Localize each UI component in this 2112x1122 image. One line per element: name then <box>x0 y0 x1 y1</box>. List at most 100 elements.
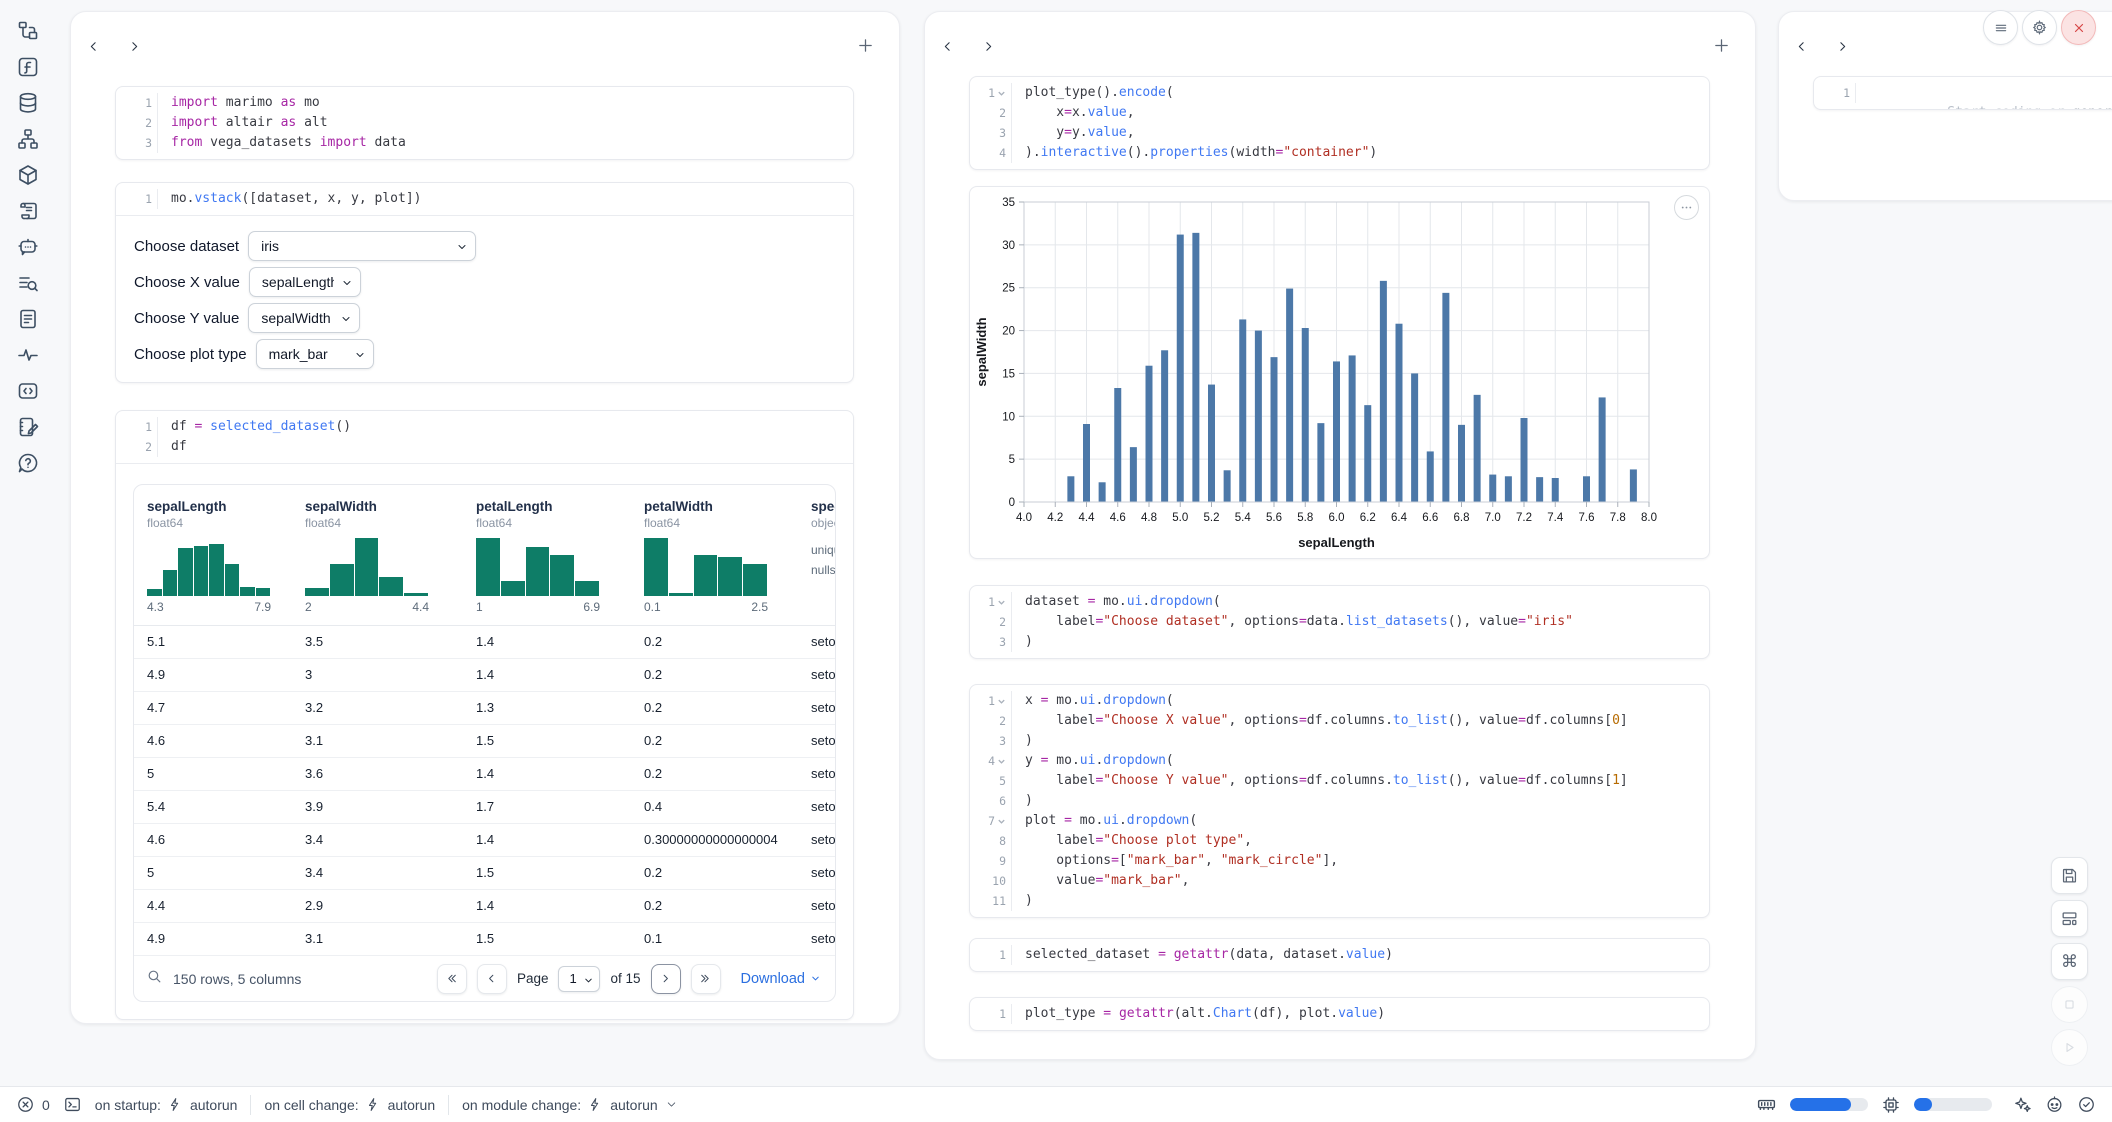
ai-chat-icon[interactable] <box>15 234 41 260</box>
table-row[interactable]: 4.73.21.30.2setosa <box>134 692 835 725</box>
code-editor[interactable]: 1dataset = mo.ui.dropdown(2 label="Choos… <box>970 586 1709 658</box>
on-cell-change-setting[interactable]: on cell change: autorun <box>264 1097 435 1113</box>
code-editor[interactable]: 1plot_type().encode(2 x=x.value,3 y=y.va… <box>970 77 1709 169</box>
table-row[interactable]: 4.931.40.2setosa <box>134 659 835 692</box>
code-line: 4).interactive().properties(width="conta… <box>970 143 1709 163</box>
on-startup-setting[interactable]: on startup: autorun <box>95 1097 238 1113</box>
on-module-change-setting[interactable]: on module change: autorun <box>462 1097 678 1113</box>
fold-chevron-icon[interactable] <box>997 697 1006 706</box>
error-count: 0 <box>42 1097 50 1113</box>
column-header-species[interactable]: speciesobjectunique:nulls: <box>811 485 835 580</box>
keyboard-shortcuts-icon[interactable]: ⌘ <box>2051 943 2088 980</box>
column-header-sepalLength[interactable]: sepalLengthfloat644.37.9 <box>147 485 297 614</box>
table-body: 5.13.51.40.2setosa4.931.40.2setosa4.73.2… <box>134 626 835 956</box>
altair-bar-chart[interactable]: 4.04.24.44.64.85.05.25.45.65.86.06.26.46… <box>970 187 1709 565</box>
terminal-icon[interactable] <box>63 1095 82 1114</box>
fold-chevron-icon[interactable] <box>997 817 1006 826</box>
prev-page-icon[interactable] <box>477 964 507 994</box>
table-cell: 0.2 <box>644 733 662 748</box>
settings-gear-icon[interactable] <box>2022 10 2057 45</box>
scratchpad-icon[interactable] <box>15 378 41 404</box>
next-page-icon[interactable] <box>651 964 681 994</box>
page-select[interactable]: 1 <box>558 966 600 992</box>
table-row[interactable]: 5.43.91.70.4setosa <box>134 791 835 824</box>
logs-icon[interactable] <box>15 198 41 224</box>
code-editor[interactable]: 1mo.vstack([dataset, x, y, plot]) <box>116 183 853 215</box>
svg-text:7.8: 7.8 <box>1610 512 1626 524</box>
table-cell: 4.6 <box>147 832 165 847</box>
snippets-icon[interactable] <box>15 306 41 332</box>
fold-chevron-icon[interactable] <box>997 757 1006 766</box>
functions-icon[interactable] <box>15 54 41 80</box>
line-number: 3 <box>970 123 1012 143</box>
code-cell-dataset-dropdown: 1dataset = mo.ui.dropdown(2 label="Choos… <box>969 585 1710 659</box>
column-prev-icon[interactable] <box>1789 34 1813 58</box>
fold-chevron-icon[interactable] <box>997 89 1006 98</box>
stop-icon[interactable] <box>2051 986 2088 1023</box>
column-header-petalWidth[interactable]: petalWidthfloat640.12.5 <box>644 485 794 614</box>
code-cell-selected-dataset: 1selected_dataset = getattr(data, datase… <box>969 938 1710 972</box>
column-next-icon[interactable] <box>1830 34 1854 58</box>
status-bar: 0 on startup: autorun on cell change: au… <box>0 1086 2112 1122</box>
table-row[interactable]: 4.63.41.40.30000000000000004setosa <box>134 824 835 857</box>
column-next-icon[interactable] <box>122 34 146 58</box>
datasources-icon[interactable] <box>15 90 41 116</box>
connection-status-icon[interactable] <box>2077 1095 2096 1114</box>
first-page-icon[interactable] <box>437 964 467 994</box>
add-cell-icon[interactable] <box>853 33 877 57</box>
errors-indicator[interactable]: 0 <box>16 1095 50 1114</box>
choose-x-value-select[interactable]: sepalLength <box>249 267 361 297</box>
run-icon[interactable] <box>2051 1029 2088 1066</box>
table-row[interactable]: 5.13.51.40.2setosa <box>134 626 835 659</box>
close-icon[interactable] <box>2061 10 2096 45</box>
documentation-icon[interactable] <box>15 414 41 440</box>
choose-dataset-select[interactable]: iris <box>248 231 476 261</box>
column-next-icon[interactable] <box>976 34 1000 58</box>
ai-sparkles-icon[interactable] <box>2013 1095 2032 1114</box>
svg-text:0: 0 <box>1009 497 1015 509</box>
column-header-sepalWidth[interactable]: sepalWidthfloat6424.4 <box>305 485 455 614</box>
packages-icon[interactable] <box>15 162 41 188</box>
tracing-icon[interactable] <box>15 342 41 368</box>
chart-actions-icon[interactable] <box>1674 195 1699 220</box>
download-button[interactable]: Download <box>741 971 822 987</box>
column-1-header <box>71 12 899 76</box>
table-cell: 3.2 <box>305 700 323 715</box>
column-prev-icon[interactable] <box>935 34 959 58</box>
outline-icon[interactable] <box>15 270 41 296</box>
code-cell-plot-type: 1plot_type = getattr(alt.Chart(df), plot… <box>969 997 1710 1031</box>
file-tree-icon[interactable] <box>15 18 41 44</box>
code-editor[interactable]: 1import marimo as mo2import altair as al… <box>116 87 853 159</box>
save-icon[interactable] <box>2051 857 2088 894</box>
code-editor[interactable]: 1selected_dataset = getattr(data, datase… <box>970 939 1709 971</box>
page-count-label: of 15 <box>610 971 640 986</box>
search-icon[interactable] <box>146 968 163 990</box>
svg-text:10: 10 <box>1002 411 1015 423</box>
generate-with-ai-link[interactable]: generate <box>2073 105 2112 110</box>
code-editor[interactable]: 1df = selected_dataset()2df <box>116 411 853 463</box>
table-cell: 0.30000000000000004 <box>644 832 778 847</box>
code-editor[interactable]: 1plot_type = getattr(alt.Chart(df), plot… <box>970 998 1709 1030</box>
menu-icon[interactable] <box>1983 10 2018 45</box>
ai-assistant-icon[interactable] <box>2045 1095 2064 1114</box>
table-row[interactable]: 4.93.11.50.1setosa <box>134 923 835 956</box>
ui-dropdown-row: Choose X valuesepalLength <box>116 264 853 300</box>
cpu-icon <box>1881 1095 1901 1115</box>
choose-plot-type-select[interactable]: mark_bar <box>256 339 374 369</box>
column-prev-icon[interactable] <box>81 34 105 58</box>
table-row[interactable]: 4.63.11.50.2setosa <box>134 725 835 758</box>
choose-y-value-select[interactable]: sepalWidth <box>248 303 360 333</box>
dependency-graph-icon[interactable] <box>15 126 41 152</box>
fold-chevron-icon[interactable] <box>997 598 1006 607</box>
empty-code-cell[interactable]: 1 Start coding or generate with AI <box>1813 76 2112 110</box>
code-editor[interactable]: 1x = mo.ui.dropdown(2 label="Choose X va… <box>970 685 1709 917</box>
add-cell-icon[interactable] <box>1709 33 1733 57</box>
table-row[interactable]: 4.42.91.40.2setosa <box>134 890 835 923</box>
table-row[interactable]: 53.41.50.2setosa <box>134 857 835 890</box>
column-header-petalLength[interactable]: petalLengthfloat6416.9 <box>476 485 626 614</box>
line-number: 2 <box>116 437 158 457</box>
last-page-icon[interactable] <box>691 964 721 994</box>
help-icon[interactable] <box>15 450 41 476</box>
table-row[interactable]: 53.61.40.2setosa <box>134 758 835 791</box>
layout-grid-icon[interactable] <box>2051 900 2088 937</box>
